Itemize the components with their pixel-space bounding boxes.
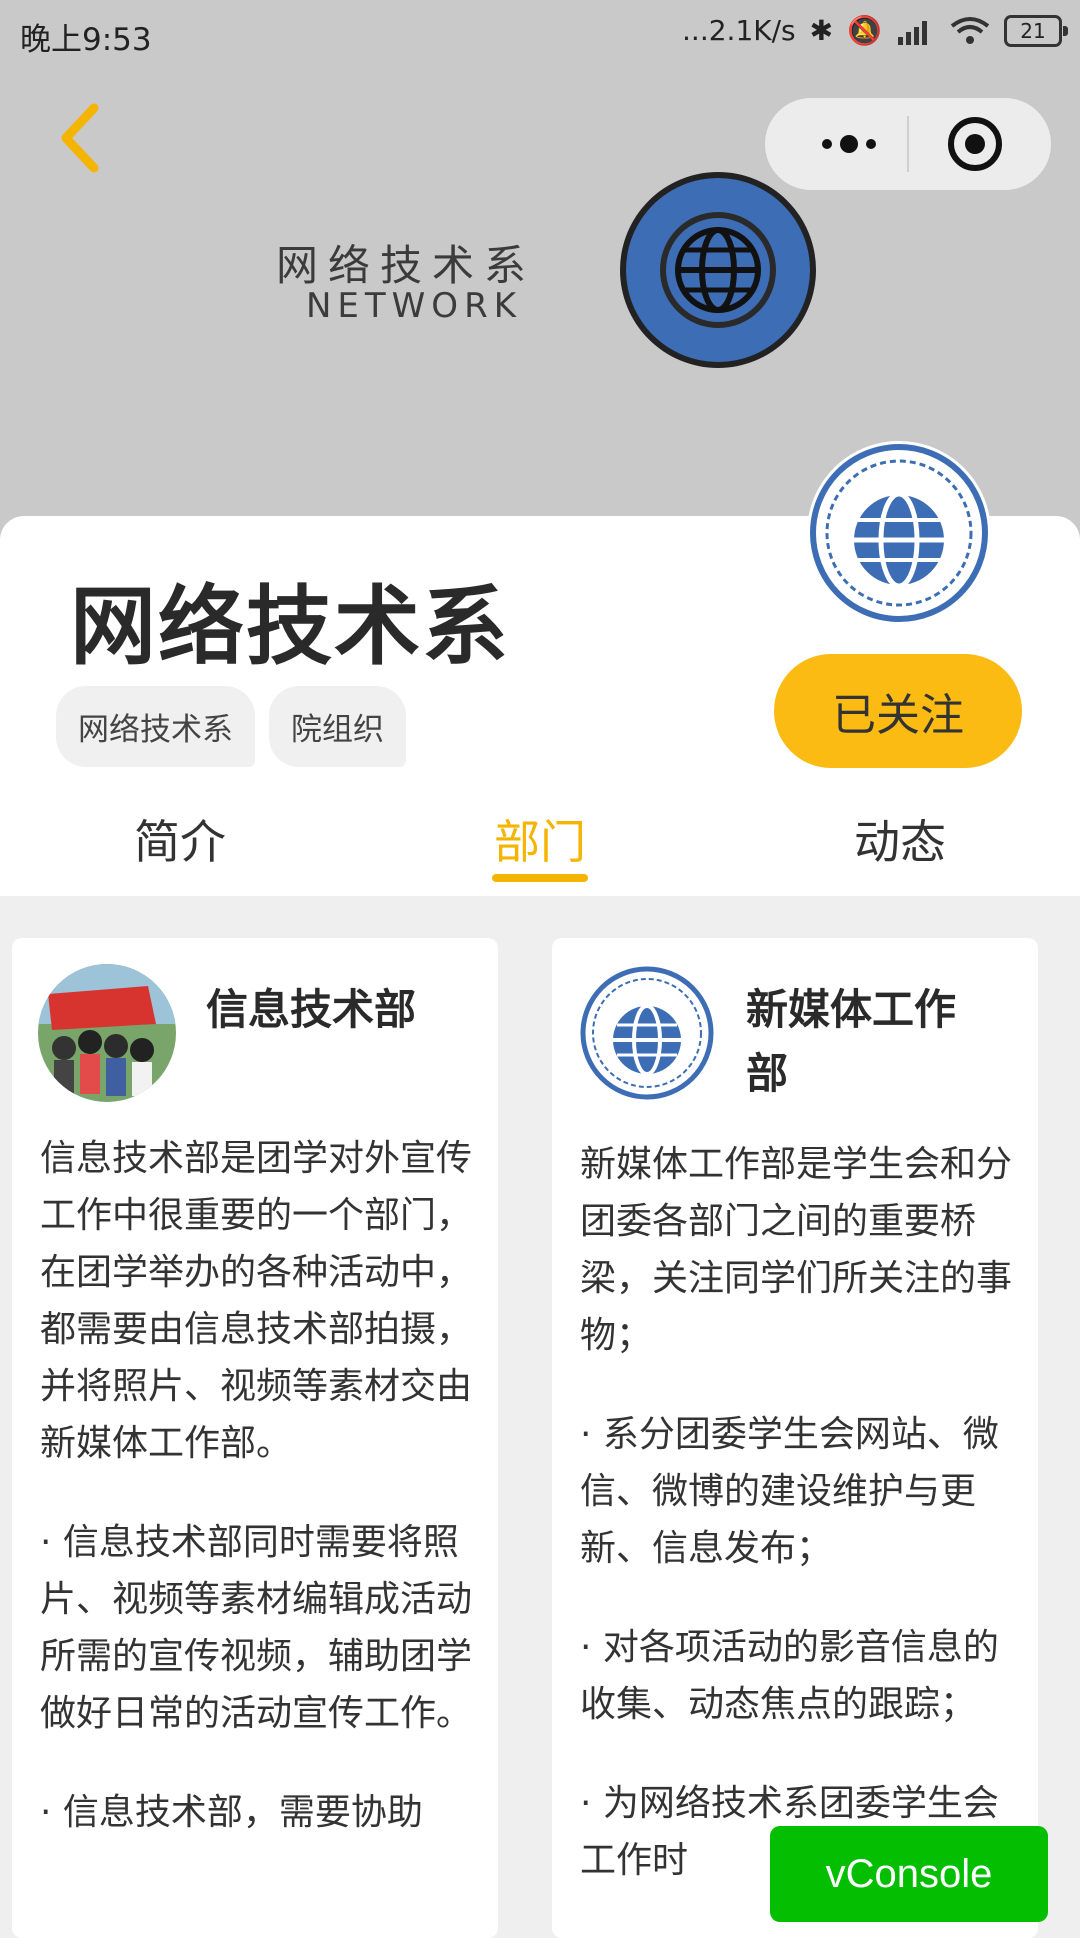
wifi-icon (950, 16, 990, 44)
active-tab-indicator (492, 874, 588, 882)
battery-icon: 21 (1004, 14, 1068, 47)
tab-departments[interactable]: 部门 (494, 806, 586, 872)
page-title: 网络技术系 (70, 577, 510, 677)
tab-news[interactable]: 动态 (854, 806, 946, 872)
more-icon[interactable] (801, 118, 897, 170)
network-speed: ...2.1K/s (682, 14, 796, 47)
description-paragraph: 信息技术部是团学对外宣传工作中很重要的一个部门，在团学举办的各种活动中，都需要由… (40, 1138, 473, 1464)
description-paragraph: · 对各项活动的影音信息的收集、动态焦点的跟踪； (580, 1627, 999, 1725)
department-description: 信息技术部是团学对外宣传工作中很重要的一个部门，在团学举办的各种活动中，都需要由… (40, 1130, 480, 1883)
status-bar: 晚上9:53 ...2.1K/s ✱ 🔕 21 (0, 0, 1080, 72)
banner-title-cn: 网络技术系 (276, 241, 537, 290)
description-paragraph: 新媒体工作部是学生会和分团委各部门之间的重要桥梁，关注同学们所关注的事物； (580, 1144, 1013, 1356)
banner-logo-icon (620, 172, 816, 368)
capsule-divider (907, 116, 909, 172)
close-target-icon[interactable] (945, 114, 1005, 174)
department-name: 信息技术部 (206, 985, 417, 1034)
tag-list: 网络技术系 院组织 (56, 686, 406, 767)
description-paragraph: · 信息技术部同时需要将照片、视频等素材编辑成活动所需的宣传视频，辅助团学做好日… (40, 1522, 473, 1734)
organization-logo-icon (807, 441, 991, 625)
signal-icon (898, 20, 927, 45)
banner-title-en: NETWORK (306, 286, 522, 326)
status-time: 晚上9:53 (20, 22, 152, 58)
department-card[interactable]: 新媒体工作部 新媒体工作部是学生会和分团委各部门之间的重要桥梁，关注同学们所关注… (552, 938, 1038, 1938)
description-paragraph: · 信息技术部，需要协助 (40, 1792, 423, 1833)
vconsole-button[interactable]: vConsole (770, 1826, 1048, 1922)
back-icon[interactable] (52, 100, 112, 176)
status-indicators: ...2.1K/s ✱ 🔕 21 (682, 14, 1068, 47)
follow-button[interactable]: 已关注 (774, 654, 1022, 768)
mini-program-capsule (765, 98, 1051, 190)
tab-intro[interactable]: 简介 (134, 806, 226, 872)
department-name: 新媒体工作部 (746, 985, 957, 1098)
department-description: 新媒体工作部是学生会和分团委各部门之间的重要桥梁，关注同学们所关注的事物； · … (580, 1136, 1020, 1931)
description-paragraph: · 系分团委学生会网站、微信、微博的建设维护与更新、信息发布； (580, 1414, 999, 1569)
mute-icon: 🔕 (847, 14, 882, 47)
tab-bar: 简介 部门 动态 (0, 782, 1080, 896)
department-avatar (38, 964, 176, 1102)
tag-item[interactable]: 网络技术系 (56, 686, 255, 767)
bluetooth-icon: ✱ (809, 14, 834, 47)
department-avatar (578, 964, 716, 1102)
department-card[interactable]: 信息技术部 信息技术部是团学对外宣传工作中很重要的一个部门，在团学举办的各种活动… (12, 938, 498, 1938)
tag-item[interactable]: 院组织 (269, 686, 406, 767)
